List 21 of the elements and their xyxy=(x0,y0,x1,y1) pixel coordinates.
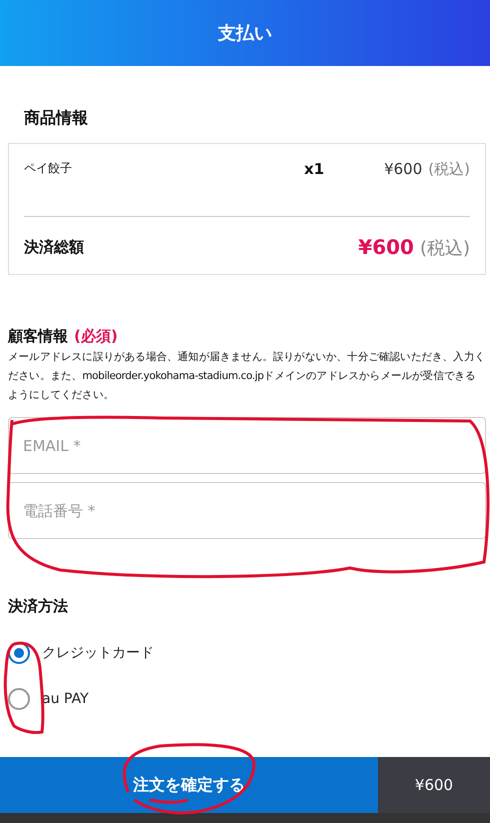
radio-button[interactable] xyxy=(8,688,30,710)
page-title: 支払い xyxy=(218,22,272,45)
tax-note: (税込) xyxy=(428,160,470,179)
section-title: 決済方法 xyxy=(8,597,69,616)
total-label: 決済総額 xyxy=(24,238,84,257)
notice-text: メールアドレスに誤りがある場合、通知が届きません。誤りがないか、十分ご確認いただき、入力ください。また、mobileorder.yokohama-stadium.co.jpドメインのアドレスからメールが受信できるようにしてください。 xyxy=(8,350,486,403)
tax-note: (税込) xyxy=(420,237,470,260)
radio-button[interactable] xyxy=(8,642,30,664)
section-title: 商品情報 xyxy=(23,108,89,129)
footer-total: ¥600 xyxy=(378,757,490,813)
product-name: ペイ餃子 xyxy=(24,160,73,177)
total-amount: ¥600 xyxy=(358,235,414,259)
required-tag: (必須) xyxy=(74,327,118,346)
input-field[interactable]: EMAIL * xyxy=(8,417,486,474)
section-title: 顧客情報 xyxy=(8,327,68,346)
confirm-button[interactable]: 注文を確定する xyxy=(0,757,378,813)
input-field[interactable]: 電話番号 * xyxy=(8,482,486,539)
radio-label[interactable]: au PAY xyxy=(42,691,88,707)
price-text: ¥600 xyxy=(384,160,422,179)
radio-label[interactable]: クレジットカード xyxy=(42,644,154,662)
quantity-text: x1 xyxy=(304,160,326,178)
